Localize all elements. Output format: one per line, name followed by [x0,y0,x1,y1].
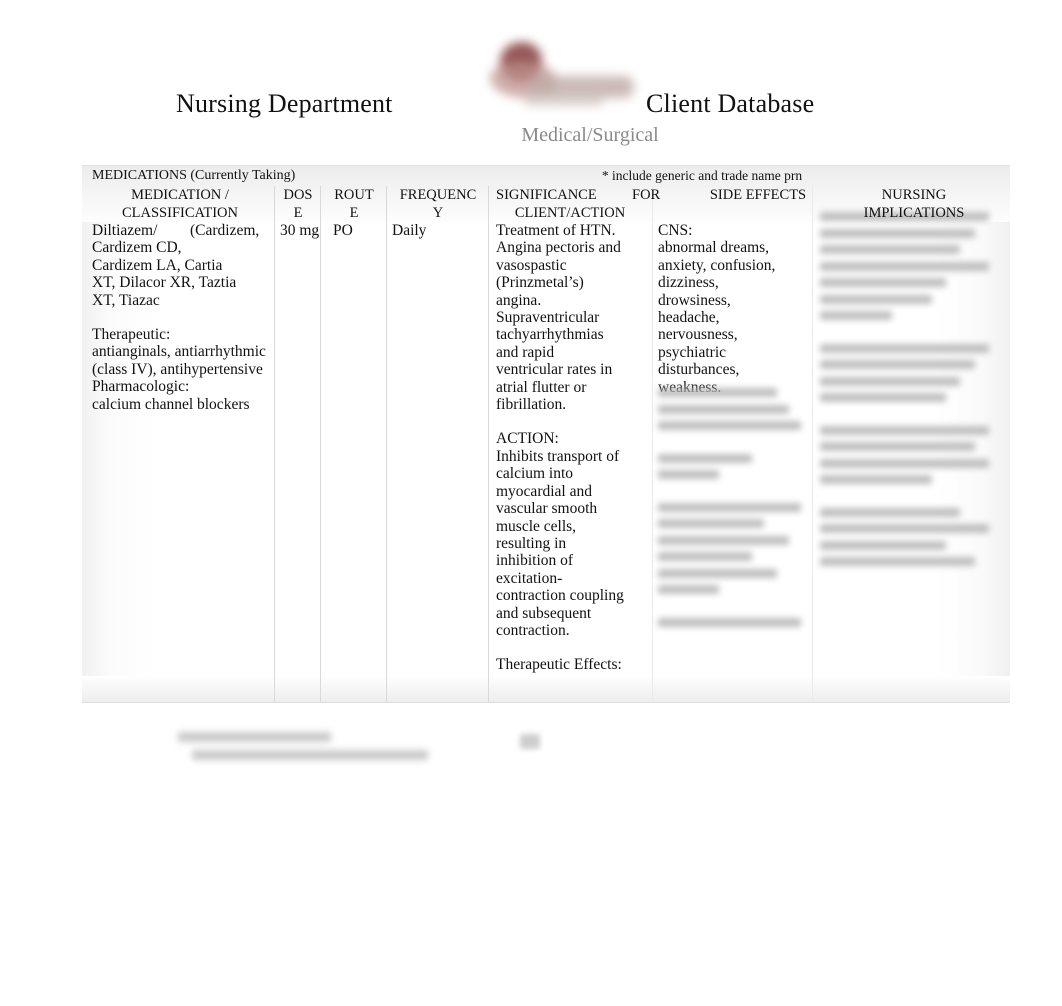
frequency-value: Daily [392,222,427,239]
significance-action-label: ACTION: [496,430,559,448]
medication-pharmacologic-value: calcium channel blockers [92,395,250,413]
column-header-frequency-line1: FREQUENC [399,187,477,203]
page-subtitle: Medical/Surgical [521,124,659,146]
column-header-dose-line2: E [293,205,303,221]
logo-shape-d [524,92,604,106]
nursing-implications-redacted-block [820,212,1000,574]
side-effects-redacted-block [658,388,810,634]
column-header-medication-line2: CLASSIFICATION [121,205,238,221]
column-header-nursing-line2: IMPLICATIONS [863,205,965,221]
cell-side-effects: CNS: abnormal dreams, anxiety, confusion… [658,222,790,396]
column-header-significance-for: FOR [632,187,661,203]
column-header-route-line1: ROUT [334,187,374,203]
column-header-route-line2: E [349,205,359,221]
column-header-nursing-implications: NURSING IMPLICATIONS [824,186,1004,222]
column-header-frequency-line2: Y [432,205,444,221]
column-header-side-effects: SIDE EFFECTS [678,186,838,204]
column-header-significance: SIGNIFICANCE FOR CLIENT/ACTION [490,186,660,222]
table-row: Diltiazem/ (Cardizem, Cardizem CD, Cardiz… [82,212,1010,702]
table-banner-row: MEDICATIONS (Currently Taking) * include… [82,166,1010,186]
medication-trade-names-start: (Cardizem, [190,222,260,239]
column-header-significance-line2: CLIENT/ACTION [514,205,626,221]
column-header-route: ROUT E [322,186,386,222]
column-header-medication: MEDICATION / CLASSIFICATION [86,186,274,222]
page-header: Nursing Department Client Database Medic… [0,0,1062,160]
generic-trade-name-note: * include generic and trade name prn [601,168,803,183]
medications-table: MEDICATIONS (Currently Taking) * include… [82,165,1010,703]
medication-trade-names: Cardizem CD, Cardizem LA, Cartia XT, Dilac… [92,239,237,309]
footer-credit-redacted [178,732,429,776]
column-header-nursing-line1: NURSING [881,187,947,203]
cell-frequency: Daily [392,222,486,239]
significance-spacer [496,413,624,430]
medication-spacer [92,309,270,326]
column-header-dose-line1: DOS [283,187,313,203]
page-title-right: Client Database [646,89,815,118]
cell-dose: 30 mg [280,222,320,239]
medication-therapeutic-label: Therapeutic: [92,326,171,344]
significance-action-text: Inhibits transport of calcium into myoca… [496,447,624,639]
significance-paragraph-2: Supraventricular tachyarrhythmias and ra… [496,309,613,414]
side-effects-cns-text: abnormal dreams, anxiety, confusion, diz… [658,239,776,309]
footer-page-number-redacted [520,734,540,749]
medication-pharmacologic-label: Pharmacologic: [92,378,190,396]
side-effects-cns-label: CNS: [658,222,693,239]
column-header-medication-line1: MEDICATION / [131,187,229,203]
institution-logo-icon [484,36,648,120]
table-header-row: MEDICATION / CLASSIFICATION DOS E ROUT E… [82,186,1010,222]
medication-therapeutic-value: antianginals, antiarrhythmic (class IV),… [92,343,266,378]
column-header-side-effects-line1: SIDE EFFECTS [709,187,807,203]
significance-therapeutic-effects-label: Therapeutic Effects: [496,656,622,674]
cell-route: PO [333,222,383,239]
significance-paragraph-1: Treatment of HTN. Angina pectoris and va… [496,222,621,309]
column-header-significance-line1: SIGNIFICANCE [496,187,597,203]
route-value: PO [333,222,353,239]
column-header-dose: DOS E [276,186,320,222]
page-title-left: Nursing Department [176,89,393,118]
medications-banner-label: MEDICATIONS (Currently Taking) [92,168,296,183]
side-effects-cns-text-2: headache, nervousness, psychiatric distu… [658,309,740,396]
significance-spacer-2 [496,639,624,656]
cell-significance: Treatment of HTN. Angina pectoris and va… [496,222,624,674]
cell-medication-classification: Diltiazem/ (Cardizem, Cardizem CD, Cardiz… [92,222,270,413]
dose-value: 30 mg [280,222,320,239]
column-header-frequency: FREQUENC Y [388,186,488,222]
medication-generic-name: Diltiazem/ [92,222,158,239]
